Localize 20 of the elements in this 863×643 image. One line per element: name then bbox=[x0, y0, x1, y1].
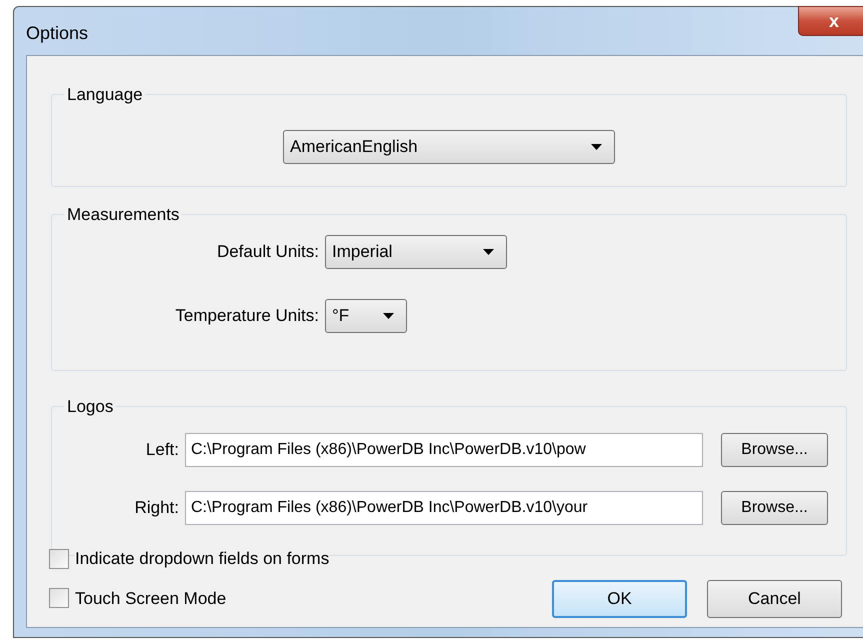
field-label: Temperature Units: bbox=[174, 305, 320, 328]
browse-button[interactable]: Browse... bbox=[721, 491, 828, 525]
checkbox[interactable] bbox=[49, 588, 69, 608]
window-title: Options bbox=[26, 22, 88, 45]
ok-button[interactable]: OK bbox=[552, 580, 687, 618]
field-label: Left: bbox=[144, 439, 180, 462]
path-field[interactable]: C:\Program Files (x86)\PowerDB Inc\PowerDB.v10\your bbox=[185, 491, 703, 525]
close-button[interactable]: x bbox=[798, 6, 863, 36]
dropdown[interactable]: °F bbox=[325, 299, 407, 333]
field-label: Default Units: bbox=[216, 241, 320, 264]
caret-icon bbox=[383, 313, 394, 319]
cancel-button[interactable]: Cancel bbox=[707, 580, 842, 618]
checkbox[interactable] bbox=[49, 548, 69, 569]
field-label: Right: bbox=[134, 497, 180, 520]
path-field[interactable]: C:\Program Files (x86)\PowerDB Inc\PowerDB.v10\pow bbox=[185, 433, 703, 467]
caret-icon bbox=[591, 144, 602, 150]
dropdown[interactable]: AmericanEnglish bbox=[283, 130, 615, 164]
browse-button[interactable]: Browse... bbox=[721, 433, 828, 467]
dropdown[interactable]: Imperial bbox=[325, 235, 507, 269]
caret-icon bbox=[483, 249, 494, 255]
